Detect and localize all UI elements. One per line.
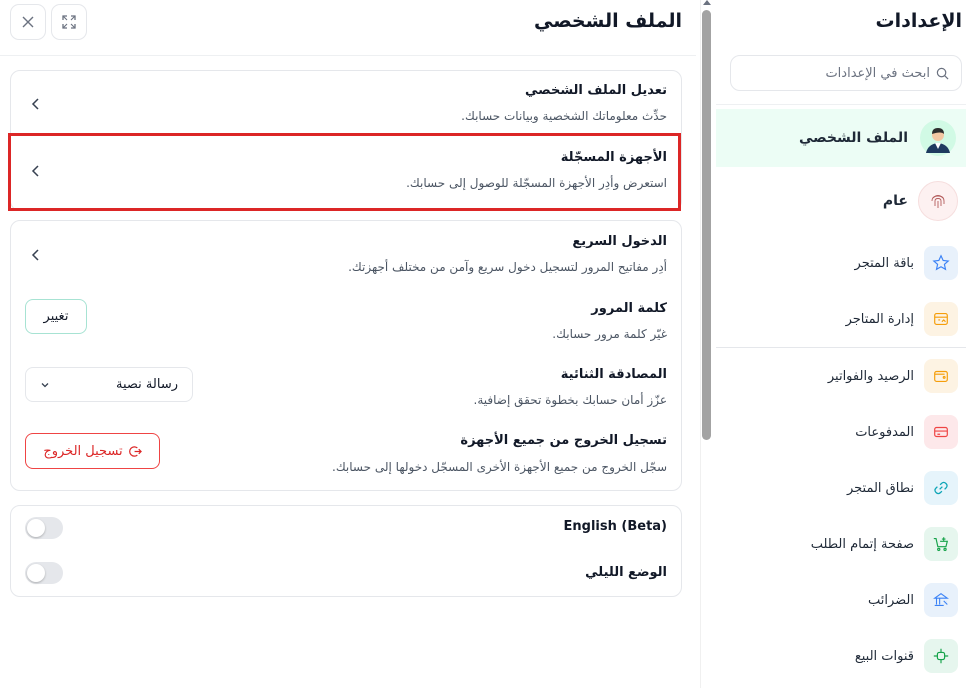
panel-scrollbar[interactable] [700,0,712,688]
profile-edit-title: تعديل الملف الشخصي [524,83,667,98]
chevron-down-icon [41,382,49,387]
profile-edit-desc: حدِّث معلوماتك الشخصية وبيانات حسابك. [461,109,667,123]
close-button[interactable] [10,4,46,40]
sidebar-item-label: الرصيد والفواتير [827,368,914,384]
password-desc: غيّر كلمة مرور حسابك. [552,327,667,341]
sidebar-item-sales-channels[interactable]: قنوات البيع [716,628,966,684]
logout-all-label: تسجيل الخروج [43,443,123,459]
sidebar-item-label: باقة المتجر [854,255,914,271]
night-mode-toggle[interactable] [25,562,63,584]
chevron-left-icon[interactable] [29,164,43,178]
sidebar-item-general[interactable]: عام [716,167,966,235]
english-beta-toggle[interactable] [25,517,63,539]
cart-icon [924,527,958,561]
scroll-thumb[interactable] [702,10,711,440]
link-icon [924,471,958,505]
sidebar-item-label: نطاق المتجر [846,480,914,496]
two-factor-title: المصادقة الثنائية [560,367,667,382]
sidebar-item-label: إدارة المتاجر [845,311,914,327]
chevron-left-icon[interactable] [29,248,43,262]
expand-icon [62,15,76,29]
logout-all-title: تسجيل الخروج من جميع الأجهزة [460,433,667,448]
panel-header: الملف الشخصي [0,0,696,56]
expand-button[interactable] [51,4,87,40]
sidebar-item-profile[interactable]: الملف الشخصي [716,109,966,167]
sidebar-item-store-management[interactable]: إدارة المتاجر [716,291,966,347]
sidebar-item-checkout-page[interactable]: صفحة إتمام الطلب [716,516,966,572]
logout-all-button[interactable]: تسجيل الخروج [25,433,160,469]
registered-devices-row[interactable]: الأجهزة المسجّلة استعرض وأدِر الأجهزة ال… [11,137,681,211]
search-input[interactable] [743,65,930,81]
sidebar-nav: الملف الشخصي عام باقة المتجر إدارة المتا… [716,109,966,684]
account-card: تعديل الملف الشخصي حدِّث معلوماتك الشخصي… [10,70,682,211]
quick-login-row[interactable]: الدخول السريع أدِر مفاتيح المرور لتسجيل … [11,221,681,287]
star-icon [924,246,958,280]
sidebar-item-taxes[interactable]: الضرائب [716,572,966,628]
store-manage-icon [924,302,958,336]
change-password-button[interactable]: تغيير [25,299,87,334]
sidebar-item-label: صفحة إتمام الطلب [810,536,914,552]
quick-login-title: الدخول السريع [572,234,667,249]
two-factor-selected: رسالة نصية [116,377,178,392]
toggle-knob [27,519,45,537]
sidebar-item-balance-invoices[interactable]: الرصيد والفواتير [716,348,966,404]
close-icon [22,16,34,28]
english-beta-label: English (Beta) [563,519,667,534]
night-mode-label: الوضع الليلي [585,565,667,580]
quick-login-desc: أدِر مفاتيح المرور لتسجيل دخول سريع وآمن… [348,260,667,274]
chevron-left-icon[interactable] [29,97,43,111]
toggle-knob [27,564,45,582]
settings-sidebar: الإعدادات الملف الشخصي [716,0,966,688]
security-card: الدخول السريع أدِر مفاتيح المرور لتسجيل … [10,220,682,491]
sidebar-item-store-domain[interactable]: نطاق المتجر [716,460,966,516]
sidebar-item-store-plan[interactable]: باقة المتجر [716,235,966,291]
sidebar-item-label: المدفوعات [855,424,914,440]
devices-title: الأجهزة المسجّلة [560,150,667,165]
tax-building-icon [924,583,958,617]
sidebar-item-label: الملف الشخصي [798,130,908,146]
two-factor-desc: عزّز أمان حسابك بخطوة تحقق إضافية. [473,393,667,407]
profile-edit-row[interactable]: تعديل الملف الشخصي حدِّث معلوماتك الشخصي… [11,71,681,137]
devices-desc: استعرض وأدِر الأجهزة المسجّلة للوصول إلى… [406,176,667,190]
fingerprint-icon [918,181,958,221]
preferences-card: English (Beta) الوضع الليلي [10,505,682,597]
two-factor-select[interactable]: رسالة نصية [25,367,193,402]
divider [716,104,966,105]
scroll-up-arrow[interactable] [703,0,711,5]
sidebar-item-payments[interactable]: المدفوعات [716,404,966,460]
user-avatar-icon [918,118,958,158]
credit-card-icon [924,415,958,449]
profile-panel: الملف الشخصي تعديل الملف الشخصي حدِّث مع… [0,0,696,688]
settings-search[interactable] [730,55,962,91]
sidebar-item-label: الضرائب [867,592,914,608]
page-title: الملف الشخصي [533,10,682,32]
sales-channels-icon [924,639,958,673]
wallet-icon [924,359,958,393]
logout-icon [128,445,142,457]
logout-all-desc: سجّل الخروج من جميع الأجهزة الأخرى المسج… [332,460,667,474]
password-title: كلمة المرور [591,301,667,316]
search-icon [936,67,949,79]
sidebar-item-label: عام [882,193,908,209]
sidebar-item-label: قنوات البيع [854,648,914,664]
sidebar-title: الإعدادات [875,10,962,32]
